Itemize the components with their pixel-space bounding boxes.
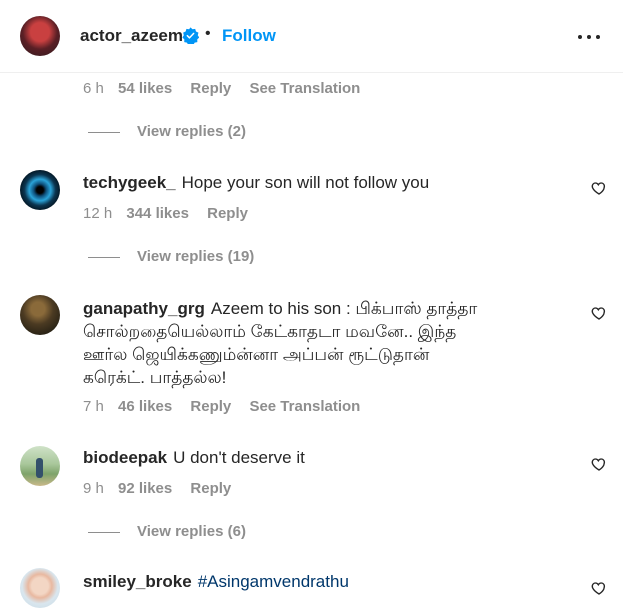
- comment-time: 7 h: [83, 398, 104, 415]
- see-translation-button[interactable]: See Translation: [249, 80, 360, 97]
- avatar[interactable]: [20, 295, 60, 335]
- post-author-username[interactable]: actor_azeem: [80, 26, 183, 46]
- comment-time: 6 h: [83, 80, 104, 97]
- likes-count[interactable]: 92 likes: [118, 480, 172, 497]
- verified-badge-icon: [182, 27, 199, 44]
- comment-username[interactable]: techygeek_: [83, 173, 176, 192]
- avatar[interactable]: [20, 568, 60, 608]
- comment-username[interactable]: ganapathy_grg: [83, 299, 205, 318]
- avatar[interactable]: [20, 16, 60, 56]
- comment-text: சொல்றதையெல்லாம் கேட்காதடா மவனே.. இந்த: [83, 322, 457, 341]
- more-options-icon[interactable]: [578, 28, 600, 44]
- comment-username[interactable]: smiley_broke: [83, 572, 192, 591]
- reply-button[interactable]: Reply: [190, 398, 231, 415]
- comment-text: Hope your son will not follow you: [181, 173, 430, 192]
- divider-line: [88, 131, 120, 133]
- comment-text: கரெக்ட். பாத்தல்ல!: [83, 368, 227, 387]
- reply-button[interactable]: Reply: [207, 205, 248, 222]
- comment-body: biodeepak U don't deserve it: [83, 446, 305, 469]
- separator-dot: •: [205, 25, 211, 42]
- avatar[interactable]: [20, 170, 60, 210]
- follow-button[interactable]: Follow: [222, 26, 276, 46]
- likes-count[interactable]: 54 likes: [118, 80, 172, 97]
- comment-meta: 9 h 92 likes Reply: [83, 480, 231, 497]
- like-heart-icon[interactable]: [591, 180, 607, 196]
- reply-button[interactable]: Reply: [190, 480, 231, 497]
- post-header: actor_azeem • Follow: [0, 0, 623, 73]
- likes-count[interactable]: 344 likes: [126, 205, 189, 222]
- likes-count[interactable]: 46 likes: [118, 398, 172, 415]
- like-heart-icon[interactable]: [591, 580, 607, 596]
- comment-body: smiley_broke #Asingamvendrathu: [83, 570, 349, 593]
- divider-line: [88, 256, 120, 258]
- comment-time: 9 h: [83, 480, 104, 497]
- comment-username[interactable]: biodeepak: [83, 448, 167, 467]
- comment-meta: 7 h 46 likes Reply See Translation: [83, 398, 360, 415]
- comment-text: U don't deserve it: [173, 448, 305, 467]
- comment-meta: 12 h 344 likes Reply: [83, 205, 248, 222]
- comment-time: 12 h: [83, 205, 113, 222]
- view-replies-button[interactable]: View replies (6): [88, 523, 246, 540]
- comment-body: techygeek_ Hope your son will not follow …: [83, 171, 429, 194]
- avatar[interactable]: [20, 446, 60, 486]
- like-heart-icon[interactable]: [591, 456, 607, 472]
- comment-meta: 6 h 54 likes Reply See Translation: [83, 80, 360, 97]
- like-heart-icon[interactable]: [591, 305, 607, 321]
- hashtag-link[interactable]: #Asingamvendrathu: [198, 572, 349, 591]
- view-replies-button[interactable]: View replies (2): [88, 123, 246, 140]
- comment-text: Azeem to his son : பிக்பாஸ் தாத்தா: [210, 299, 478, 318]
- comment-text: ஊர்ல ஜெயிக்கணும்ன்னா அப்பன் ரூட்டுதான்: [83, 345, 430, 364]
- see-translation-button[interactable]: See Translation: [249, 398, 360, 415]
- reply-button[interactable]: Reply: [190, 80, 231, 97]
- divider-line: [88, 531, 120, 533]
- comment-body: ganapathy_grg Azeem to his son : பிக்பாஸ்…: [83, 297, 477, 389]
- view-replies-button[interactable]: View replies (19): [88, 248, 254, 265]
